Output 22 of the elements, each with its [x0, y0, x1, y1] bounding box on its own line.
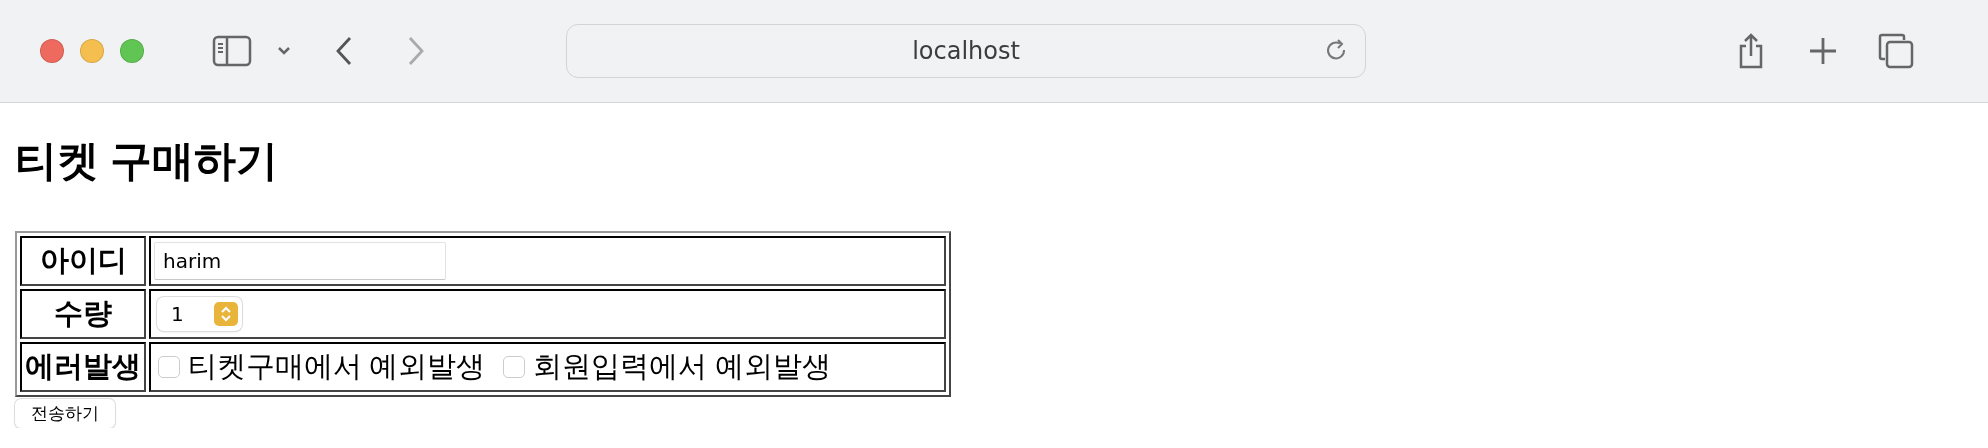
close-button[interactable]: [40, 39, 64, 63]
field-label: 수량: [20, 289, 146, 339]
page-heading: 티켓 구매하기: [15, 137, 279, 186]
stepper-icon: [213, 302, 238, 326]
field-label: 에러발생: [20, 342, 146, 392]
back-icon[interactable]: [334, 35, 354, 67]
checkbox[interactable]: [503, 356, 526, 378]
address-bar[interactable]: localhost: [566, 24, 1366, 78]
quantity-select[interactable]: 1: [157, 297, 242, 331]
checkbox-label: 티켓구매에서 예외발생: [188, 350, 486, 382]
field-label: 아이디: [20, 236, 146, 286]
chevron-down-icon[interactable]: [276, 45, 292, 57]
zoom-button[interactable]: [120, 39, 144, 63]
sidebar-icon[interactable]: [212, 35, 252, 67]
plus-icon[interactable]: [1808, 36, 1838, 66]
submit-button[interactable]: 전송하기: [15, 399, 115, 428]
id-input[interactable]: harim: [154, 242, 446, 280]
forward-icon[interactable]: [406, 35, 426, 67]
tabs-icon[interactable]: [1878, 33, 1914, 69]
checkbox-label: 회원입력에서 예외발생: [533, 350, 831, 382]
checkbox[interactable]: [158, 356, 180, 378]
address-text: localhost: [912, 37, 1020, 65]
